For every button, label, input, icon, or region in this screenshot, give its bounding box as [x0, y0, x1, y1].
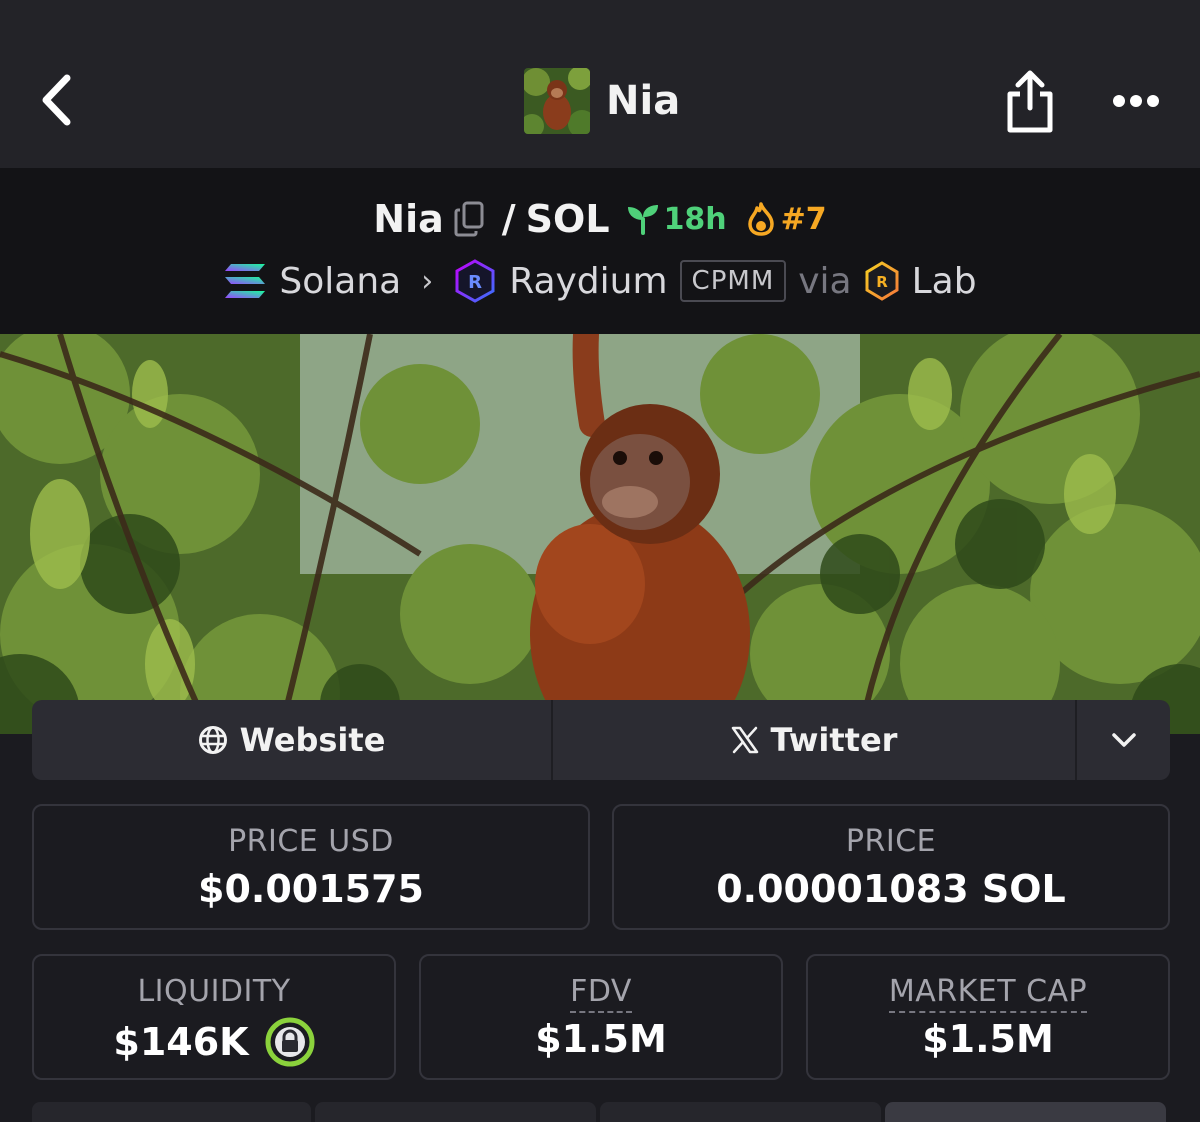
back-button[interactable]: [30, 68, 82, 132]
svg-text:R: R: [468, 272, 482, 293]
chevron-down-icon: [1111, 733, 1136, 747]
launchpad-lab[interactable]: R Lab: [864, 261, 977, 302]
flame-icon: [747, 202, 774, 236]
price-usd-card: PRICE USD $0.001575: [32, 804, 590, 930]
chevron-left-icon: [42, 74, 71, 126]
market-cap-label-text: MARKET CAP: [888, 974, 1088, 1013]
partial-tab[interactable]: [885, 1102, 1166, 1122]
globe-icon: [198, 726, 227, 754]
fdv-label[interactable]: FDV: [421, 974, 781, 1013]
pair-age-text: 18h: [663, 201, 727, 237]
price-native-label: PRICE: [845, 824, 937, 859]
fdv-card: FDV $1.5M: [419, 954, 783, 1080]
website-button[interactable]: Website: [32, 700, 553, 780]
pair-quote-symbol: SOL: [525, 197, 610, 241]
price-native-value: 0.00001083 SOL: [716, 867, 1066, 911]
liquidity-row: $146K: [34, 1017, 394, 1067]
price-usd-label: PRICE USD: [228, 824, 394, 859]
dex-raydium[interactable]: R Raydium: [453, 259, 668, 303]
raydium-lab-icon: R: [865, 261, 899, 301]
partial-tab[interactable]: [315, 1102, 596, 1122]
liquidity-label: LIQUIDITY: [137, 974, 291, 1009]
launchpad-name: Lab: [911, 260, 977, 302]
bottom-tabs-partial: [32, 1102, 1170, 1122]
website-label: Website: [239, 721, 386, 759]
share-button[interactable]: [1000, 66, 1060, 136]
chain-name: Solana: [279, 260, 402, 302]
pair-base-symbol: Nia: [373, 197, 444, 241]
copy-icon: [454, 201, 484, 237]
market-cap-label[interactable]: MARKET CAP: [808, 974, 1168, 1013]
fdv-value: $1.5M: [535, 1017, 667, 1061]
twitter-button[interactable]: Twitter: [553, 700, 1077, 780]
liquidity-locked-badge[interactable]: [265, 1017, 315, 1067]
svg-text:R: R: [876, 273, 888, 291]
social-links-bar: Website Twitter: [32, 700, 1170, 780]
twitter-label: Twitter: [770, 721, 898, 759]
raydium-icon: R: [455, 259, 495, 303]
chain-solana[interactable]: Solana: [223, 261, 401, 302]
token-name: Nia: [606, 78, 681, 124]
partial-tab[interactable]: [600, 1102, 881, 1122]
liquidity-value: $146K: [113, 1020, 249, 1064]
trending-rank-badge[interactable]: #7: [747, 202, 827, 237]
x-logo-icon: [731, 726, 758, 754]
price-native-card: PRICE 0.00001083 SOL: [612, 804, 1170, 930]
pair-title: Nia / SOL 18h #7: [0, 196, 1200, 242]
market-cap-card: MARKET CAP $1.5M: [806, 954, 1170, 1080]
token-header: Nia: [524, 68, 680, 134]
token-avatar: [524, 68, 590, 134]
ellipsis-icon: [1113, 95, 1159, 107]
share-icon: [1007, 70, 1053, 133]
token-banner-image: [0, 334, 1200, 734]
via-label: via: [798, 260, 852, 302]
more-options-button[interactable]: [1104, 76, 1168, 126]
liquidity-card: LIQUIDITY $146K: [32, 954, 396, 1080]
pair-age-badge: 18h: [626, 202, 727, 237]
pair-separator: /: [501, 197, 516, 241]
market-cap-value: $1.5M: [922, 1017, 1054, 1061]
pool-type-badge: CPMM: [679, 260, 787, 302]
trending-rank-text: #7: [780, 201, 827, 237]
fdv-label-text: FDV: [570, 974, 632, 1013]
more-links-dropdown[interactable]: [1077, 700, 1170, 780]
dex-name: Raydium: [509, 260, 668, 302]
copy-address-button[interactable]: [454, 201, 484, 237]
chain-breadcrumb: Solana › R Raydium CPMM via R Lab: [0, 256, 1200, 306]
seedling-icon: [627, 205, 658, 235]
partial-tab[interactable]: [32, 1102, 311, 1122]
solana-icon: [225, 264, 266, 298]
price-usd-value: $0.001575: [198, 867, 424, 911]
pair-info-bar: [0, 168, 1200, 334]
lock-icon: [265, 1017, 315, 1067]
breadcrumb-chevron-icon: ›: [421, 263, 434, 299]
